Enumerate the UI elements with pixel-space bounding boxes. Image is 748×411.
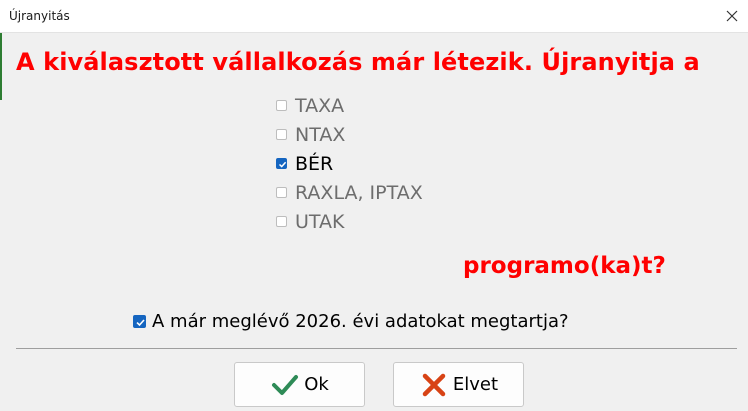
module-label: RAXLA, IPTAX — [295, 181, 423, 204]
divider — [16, 348, 737, 349]
keep-data-label: A már meglévő 2026. évi adatokat megtart… — [152, 311, 569, 332]
module-raxla-iptax[interactable]: RAXLA, IPTAX — [276, 178, 423, 207]
module-checkbox[interactable] — [276, 216, 287, 227]
cancel-button-label: Elvet — [452, 374, 499, 395]
cancel-button[interactable]: Elvet — [393, 362, 524, 407]
module-label: NTAX — [295, 123, 346, 146]
x-mark-icon — [419, 370, 449, 400]
module-label: TAXA — [295, 94, 345, 117]
window-title: Újranyitás — [9, 9, 70, 23]
module-ber[interactable]: BÉR — [276, 149, 423, 178]
module-utak[interactable]: UTAK — [276, 207, 423, 236]
checkmark-icon — [270, 370, 300, 400]
close-icon[interactable] — [720, 4, 744, 28]
title-bar: Újranyitás — [0, 0, 748, 33]
confirm-heading: A kiválasztott vállalkozás már létezik. … — [16, 48, 700, 76]
module-ntax[interactable]: NTAX — [276, 120, 423, 149]
checkmark-icon — [136, 319, 145, 327]
keep-data-option[interactable]: A már meglévő 2026. évi adatokat megtart… — [133, 311, 569, 332]
background-window-edge — [0, 33, 2, 100]
module-checkbox[interactable] — [276, 158, 287, 169]
module-list: TAXA NTAX BÉR RAXLA, IPTAX UTAK — [276, 91, 423, 236]
module-taxa[interactable]: TAXA — [276, 91, 423, 120]
ok-button-label: Ok — [304, 374, 329, 395]
module-checkbox[interactable] — [276, 129, 287, 140]
checkmark-icon — [278, 161, 287, 168]
module-label: BÉR — [295, 152, 334, 175]
module-checkbox[interactable] — [276, 187, 287, 198]
ok-button[interactable]: Ok — [234, 362, 365, 407]
module-label: UTAK — [295, 210, 345, 233]
keep-data-checkbox[interactable] — [133, 315, 146, 328]
module-checkbox[interactable] — [276, 100, 287, 111]
confirm-question-suffix: programo(ka)t? — [463, 253, 666, 279]
